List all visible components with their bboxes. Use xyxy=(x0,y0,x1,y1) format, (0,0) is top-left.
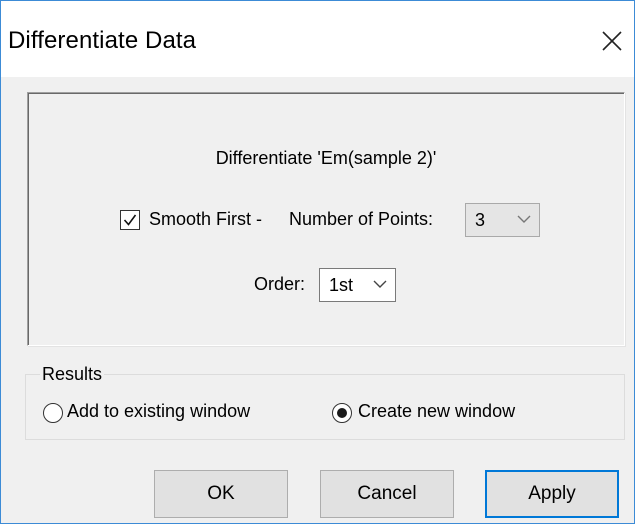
title-bar: Differentiate Data xyxy=(1,1,634,77)
order-value: 1st xyxy=(329,275,354,295)
ok-button[interactable]: OK xyxy=(154,470,288,518)
add-to-existing-window-radio[interactable] xyxy=(43,403,63,423)
create-new-window-label[interactable]: Create new window xyxy=(358,401,515,422)
chevron-down-icon xyxy=(373,280,387,288)
smooth-first-label[interactable]: Smooth First - xyxy=(149,209,262,230)
number-of-points-select[interactable]: 3 xyxy=(465,203,540,237)
window-title: Differentiate Data xyxy=(8,27,197,54)
close-button[interactable] xyxy=(590,21,634,61)
differentiate-data-dialog: Differentiate Data Differentiate 'Em(sam… xyxy=(0,0,635,524)
order-label: Order: xyxy=(254,274,306,294)
number-of-points-label: Number of Points: xyxy=(289,209,434,229)
close-icon xyxy=(602,31,622,51)
cancel-button[interactable]: Cancel xyxy=(320,470,454,518)
number-of-points-value: 3 xyxy=(475,210,486,230)
checkmark-icon xyxy=(123,214,137,226)
smooth-first-checkbox[interactable] xyxy=(120,210,140,230)
options-panel: Differentiate 'Em(sample 2)' Smooth Firs… xyxy=(27,92,625,346)
create-new-window-radio[interactable] xyxy=(332,403,352,423)
radio-selected-dot xyxy=(337,408,347,418)
add-to-existing-window-label[interactable]: Add to existing window xyxy=(67,401,250,422)
description-text: Differentiate 'Em(sample 2)' xyxy=(215,148,437,168)
chevron-down-icon xyxy=(517,215,531,223)
results-legend: Results xyxy=(40,364,105,385)
apply-button[interactable]: Apply xyxy=(485,470,619,518)
order-select[interactable]: 1st xyxy=(319,268,396,302)
